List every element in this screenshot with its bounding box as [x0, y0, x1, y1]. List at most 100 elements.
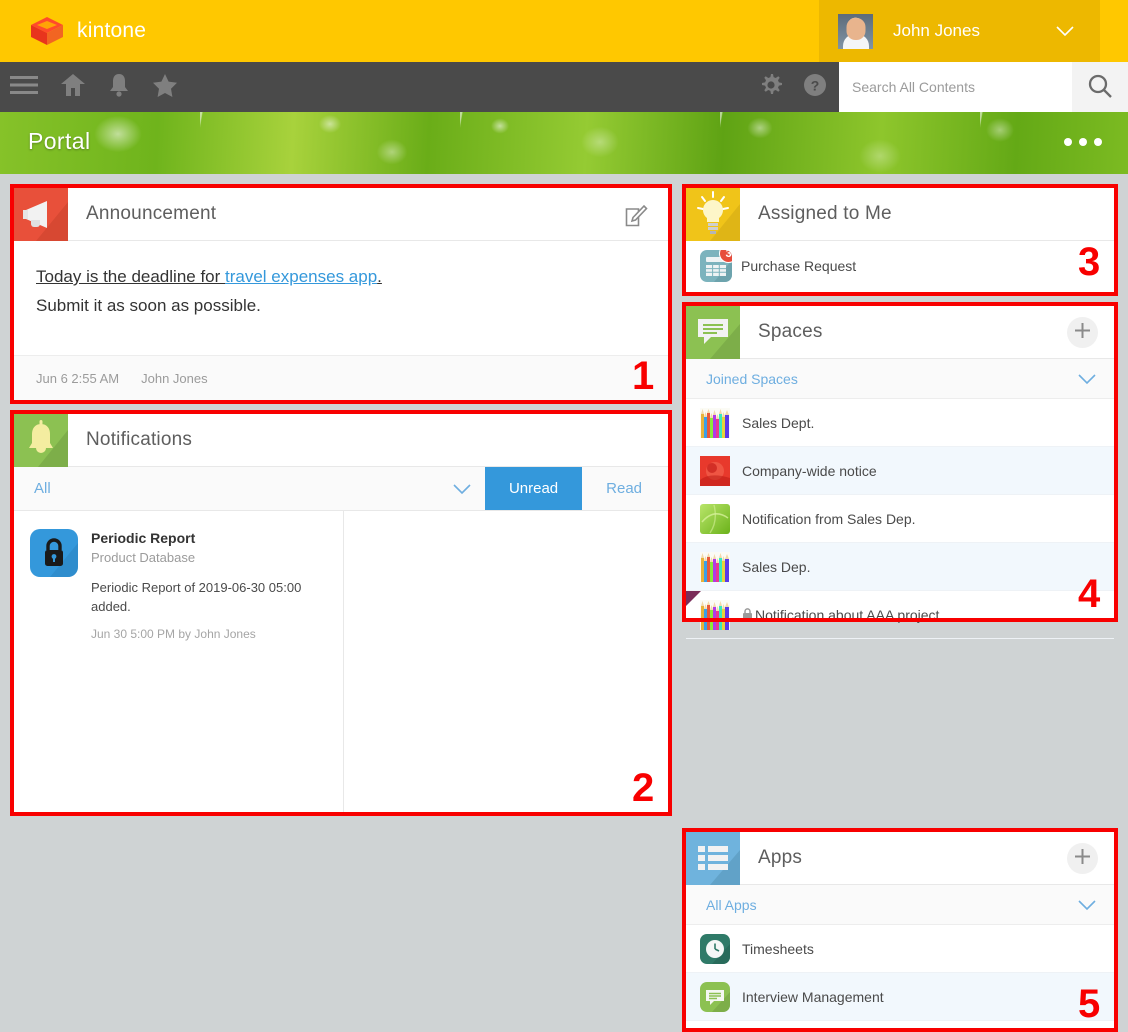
red-abstract-thumb [700, 456, 730, 486]
hamburger-menu-icon[interactable] [10, 74, 38, 101]
svg-text:?: ? [811, 77, 820, 93]
joined-spaces-label: Joined Spaces [706, 371, 798, 387]
all-apps-label: All Apps [706, 897, 757, 913]
assigned-to-me-panel: Assigned to Me 3 Purchase Request [686, 188, 1114, 292]
notification-filter-value: All [34, 480, 51, 497]
list-item[interactable]: Timesheets [686, 925, 1114, 973]
colored-pencils-thumb [700, 600, 730, 630]
green-gradient-thumb [700, 504, 730, 534]
notifications-title: Notifications [86, 429, 192, 451]
notifications-list: Periodic Report Product Database Periodi… [14, 511, 668, 812]
assigned-item-label: Purchase Request [741, 258, 856, 274]
chevron-down-icon [1056, 24, 1074, 42]
notifications-header: Notifications [14, 414, 668, 467]
notifications-panel: Notifications All Unread Read [14, 414, 668, 812]
user-menu[interactable]: John Jones [819, 0, 1100, 62]
apps-header: Apps [686, 832, 1114, 885]
brand-logo-area[interactable]: kintone [29, 16, 146, 46]
announcement-footer: Jun 6 2:55 AM John Jones [14, 355, 668, 400]
list-item[interactable]: Notification about AAA project [686, 591, 1114, 639]
colored-pencils-thumb [700, 408, 730, 438]
list-item-label: Notification from Sales Dep. [742, 511, 916, 527]
add-space-button[interactable] [1067, 317, 1098, 348]
announcement-timestamp: Jun 6 2:55 AM [36, 371, 119, 386]
megaphone-icon [14, 188, 68, 241]
announcement-text-suffix: . [377, 267, 382, 286]
page-title: Portal [28, 128, 90, 155]
spaces-title: Spaces [758, 321, 823, 343]
announcement-line-2: Submit it as soon as possible. [36, 296, 646, 316]
spaces-header: Spaces [686, 306, 1114, 359]
list-view-icon [686, 832, 740, 885]
chevron-down-icon [1078, 898, 1096, 914]
announcement-header: Announcement [14, 188, 668, 241]
gear-icon[interactable] [759, 73, 783, 102]
announcement-body: Today is the deadline for travel expense… [14, 241, 668, 316]
annotation-number-1: 1 [632, 356, 654, 396]
joined-spaces-group-toggle[interactable]: Joined Spaces [686, 359, 1114, 399]
annotation-number-4: 4 [1078, 574, 1100, 614]
all-apps-group-toggle[interactable]: All Apps [686, 885, 1114, 925]
notification-message: Periodic Report of 2019-06-30 05:00 adde… [91, 578, 306, 616]
notifications-filter-bar: All Unread Read [14, 467, 668, 511]
user-name: John Jones [893, 21, 980, 41]
notification-filter-dropdown[interactable]: All [14, 467, 485, 510]
list-item-label: Company-wide notice [742, 463, 877, 479]
list-item-label: Sales Dep. [742, 559, 810, 575]
travel-expenses-app-link[interactable]: travel expenses app [225, 267, 377, 286]
apps-title: Apps [758, 847, 802, 869]
list-item[interactable]: Company-wide notice [686, 447, 1114, 495]
chevron-down-icon [1078, 372, 1096, 388]
portal-banner: Portal [0, 112, 1128, 174]
announcement-text-prefix: Today is the deadline for [36, 267, 225, 286]
star-icon[interactable] [152, 73, 178, 102]
search-magnifier-icon [1087, 73, 1113, 102]
question-mark-icon[interactable]: ? [803, 73, 827, 102]
clock-app-icon [700, 934, 730, 964]
list-item[interactable]: Sales Dept. [686, 399, 1114, 447]
annotation-number-2: 2 [632, 768, 654, 808]
notification-meta: Jun 30 5:00 PM by John Jones [91, 627, 306, 641]
apps-panel: Apps All Apps [686, 832, 1114, 1028]
notification-content: Periodic Report Product Database Periodi… [91, 529, 306, 812]
notification-app-name: Product Database [91, 550, 306, 565]
add-app-button[interactable] [1067, 843, 1098, 874]
colored-pencils-thumb [700, 552, 730, 582]
tab-read[interactable]: Read [582, 467, 668, 510]
notification-title: Periodic Report [91, 530, 306, 546]
three-dots-icon[interactable] [1064, 138, 1102, 146]
list-item-label: Interview Management [742, 989, 884, 1005]
notification-item[interactable]: Periodic Report Product Database Periodi… [14, 511, 344, 812]
brand-name: kintone [77, 19, 146, 43]
list-item-label: Timesheets [742, 941, 814, 957]
private-space-corner-flag-icon [686, 591, 701, 606]
list-item-label-text: Notification about AAA project [755, 607, 939, 623]
list-item[interactable]: Notification from Sales Dep. [686, 495, 1114, 543]
annotation-number-3: 3 [1078, 242, 1100, 282]
calculator-app-icon: 3 [700, 250, 732, 282]
bell-icon[interactable] [108, 73, 130, 102]
read-state-toggle: Unread Read [485, 467, 668, 510]
search-input[interactable] [839, 62, 1072, 112]
list-item-label-locked: Notification about AAA project [742, 607, 939, 623]
lightbulb-icon [686, 188, 740, 241]
list-item[interactable]: Sales Dep. [686, 543, 1114, 591]
bell-icon [14, 414, 68, 467]
assigned-item-purchase-request[interactable]: 3 Purchase Request [686, 241, 1114, 291]
top-header-bar: kintone John Jones [0, 0, 1128, 62]
list-item[interactable]: Interview Management [686, 973, 1114, 1021]
announcement-author: John Jones [141, 371, 208, 386]
notification-detail-pane [344, 511, 668, 812]
annotation-number-5: 5 [1078, 984, 1100, 1024]
kintone-cube-logo-icon [29, 16, 65, 46]
announcement-panel: Announcement Today is the deadline for t… [14, 188, 668, 400]
edit-pencil-icon[interactable] [625, 204, 648, 232]
home-icon[interactable] [60, 73, 86, 102]
tab-unread[interactable]: Unread [485, 467, 582, 510]
plus-icon [1074, 322, 1091, 344]
search-button[interactable] [1072, 62, 1128, 112]
main-navigation-bar: ? [0, 62, 1128, 112]
search-box [839, 62, 1128, 112]
announcement-title: Announcement [86, 203, 216, 225]
avatar [838, 14, 873, 49]
